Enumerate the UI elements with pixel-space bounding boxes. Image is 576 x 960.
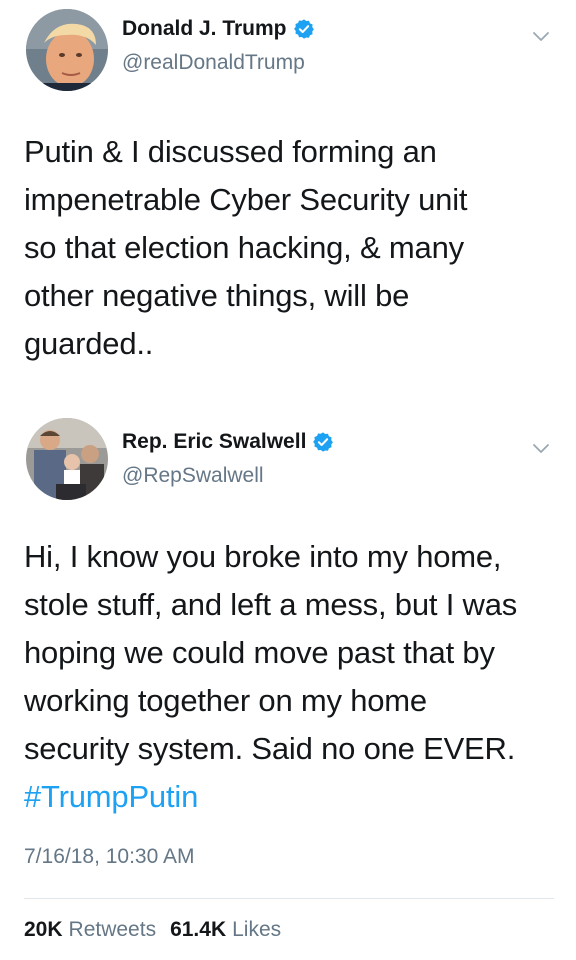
hashtag-link[interactable]: #TrumpPutin <box>24 773 560 821</box>
avatar-photo-trump <box>26 9 108 91</box>
avatar[interactable] <box>26 9 108 91</box>
tweet-text-line: stole stuff, and left a mess, but I was <box>24 587 518 622</box>
verified-badge-icon <box>293 19 314 39</box>
likes-count: 61.4K <box>170 918 227 941</box>
retweets-label: Retweets <box>68 918 157 941</box>
display-name[interactable]: Donald J. Trump <box>122 17 287 41</box>
avatar[interactable] <box>26 418 108 500</box>
tweet-text-line: impenetrable Cyber Security unit <box>24 182 468 217</box>
tweet-text-line: other negative things, will be <box>24 278 410 313</box>
display-name[interactable]: Rep. Eric Swalwell <box>122 430 306 454</box>
tweet-text: Hi, I know you broke into my home, stole… <box>24 533 560 821</box>
handle[interactable]: @realDonaldTrump <box>122 51 305 75</box>
tweet-text-line: Hi, I know you broke into my home, <box>24 539 502 574</box>
chevron-down-icon[interactable] <box>532 443 550 455</box>
engagement-stats: 20K Retweets 61.4K Likes <box>24 918 295 942</box>
author-name-row[interactable]: Rep. Eric Swalwell <box>122 430 334 454</box>
verified-badge-icon <box>313 432 334 452</box>
retweets-stat[interactable]: 20K Retweets <box>24 918 170 941</box>
tweet-text-line: so that election hacking, & many <box>24 230 464 265</box>
likes-label: Likes <box>232 918 282 941</box>
author-name-row[interactable]: Donald J. Trump <box>122 17 315 41</box>
tweet-text-line: working together on my home <box>24 683 427 718</box>
divider <box>24 898 554 899</box>
likes-stat[interactable]: 61.4K Likes <box>170 918 295 941</box>
timestamp[interactable]: 7/16/18, 10:30 AM <box>24 845 194 869</box>
tweet-text: Putin & I discussed forming an impenetra… <box>24 128 560 368</box>
tweet-text-line: Putin & I discussed forming an <box>24 134 437 169</box>
tweet-text-line: hoping we could move past that by <box>24 635 495 670</box>
retweets-count: 20K <box>24 918 63 941</box>
chevron-down-icon[interactable] <box>532 31 550 43</box>
tweet-text-line: security system. Said no one EVER. <box>24 731 516 766</box>
handle[interactable]: @RepSwalwell <box>122 464 264 488</box>
avatar-photo-swalwell <box>26 418 108 500</box>
tweet-text-line: guarded.. <box>24 326 154 361</box>
